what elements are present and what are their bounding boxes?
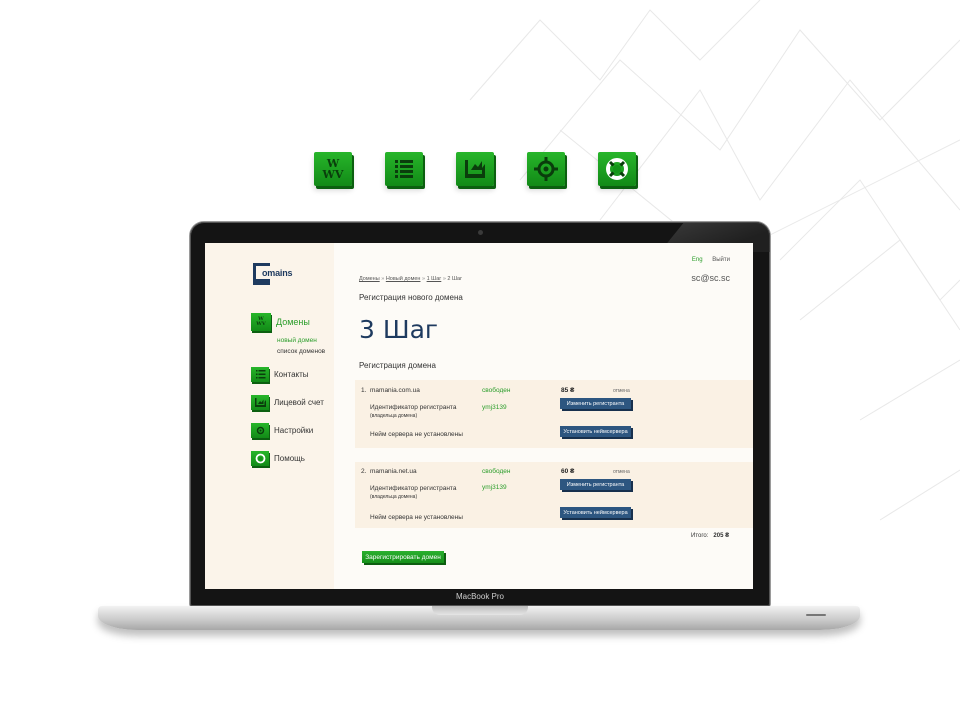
sidebar-item-label: Настройки — [274, 426, 314, 435]
breadcrumb: Домены » Новый домен » 1 Шаг » 2 Шаг — [359, 276, 462, 282]
laptop-screen: omains W WV Домены новый домен список дом… — [205, 243, 753, 589]
lifebuoy-icon — [251, 451, 269, 466]
gear-icon — [251, 423, 269, 438]
total-label: Итого: — [691, 533, 709, 539]
cancel-link[interactable]: отмена — [613, 388, 630, 394]
sidebar-item-contacts[interactable]: Контакты — [251, 367, 309, 382]
register-domain-button[interactable]: Зарегистрировать домен — [362, 551, 444, 563]
laptop-notch — [432, 606, 528, 615]
set-nameservers-button[interactable]: Установить неймсервера — [560, 426, 631, 437]
account-icon — [251, 395, 269, 410]
domain-block: 1. mamania.com.ua свободен 85 ₴ отмена И… — [355, 380, 753, 448]
breadcrumb-separator: » — [422, 276, 426, 282]
logout-link[interactable]: Выйти — [712, 257, 730, 263]
breadcrumb-step-2: 2 Шаг — [447, 276, 463, 282]
registrant-sublabel: (владельца домена) — [370, 494, 418, 500]
page-title: 3 Шаг — [359, 315, 439, 344]
camera-icon — [478, 230, 483, 235]
nameserver-label: Нейм сервера не установлены — [370, 514, 463, 521]
sidebar-item-settings[interactable]: Настройки — [251, 423, 313, 438]
breadcrumb-separator: » — [381, 276, 385, 282]
sidebar-item-label: Лицевой счет — [274, 398, 324, 407]
header-links: Eng Выйти — [692, 257, 730, 263]
change-registrant-button[interactable]: Изменить регистранта — [560, 398, 631, 409]
domain-status: свободен — [482, 387, 511, 394]
sidebar-item-domains[interactable]: W WV Домены — [251, 313, 310, 331]
laptop-brand-label: MacBook Pro — [455, 592, 505, 601]
top-list-icon — [385, 152, 423, 186]
laptop-slot — [806, 614, 826, 616]
registrant-label: Идентификатор регистранта — [370, 485, 457, 492]
domain-price: 60 ₴ — [561, 468, 575, 475]
logo[interactable]: omains — [253, 263, 307, 285]
sub-heading: Регистрация домена — [359, 361, 436, 370]
registrant-id: ymj3139 — [482, 404, 507, 411]
domain-name: mamania.net.ua — [370, 468, 417, 475]
list-icon — [251, 367, 269, 382]
sidebar-item-help[interactable]: Помощь — [251, 451, 305, 466]
top-www-icon: W WV — [314, 152, 352, 186]
domain-status: свободен — [482, 468, 511, 475]
breadcrumb-step-1[interactable]: 1 Шаг — [427, 276, 442, 282]
domain-index: 1. — [361, 387, 367, 394]
breadcrumb-new-domain[interactable]: Новый домен — [386, 276, 421, 282]
sidebar: omains W WV Домены новый домен список дом… — [205, 243, 334, 589]
domain-index: 2. — [361, 468, 367, 475]
section-title: Регистрация нового домена — [359, 293, 463, 302]
domain-block: 2. mamania.net.ua свободен 60 ₴ отмена И… — [355, 462, 753, 528]
user-email: sc@sc.sc — [691, 273, 730, 283]
breadcrumb-separator: » — [442, 276, 446, 282]
sidebar-item-label: Помощь — [274, 454, 305, 463]
total-value: 205 ₴ — [713, 533, 730, 539]
sidebar-sub-new-domain[interactable]: новый домен — [277, 337, 317, 344]
nameserver-label: Нейм сервера не установлены — [370, 431, 463, 438]
domain-price: 85 ₴ — [561, 387, 575, 394]
registrant-sublabel: (владельца домена) — [370, 413, 418, 419]
language-link[interactable]: Eng — [692, 257, 703, 263]
domain-name: mamania.com.ua — [370, 387, 420, 394]
cancel-link[interactable]: отмена — [613, 469, 630, 475]
sidebar-item-label: Контакты — [274, 370, 309, 379]
sidebar-sub-domain-list[interactable]: список доменов — [277, 348, 325, 355]
registrant-label: Идентификатор регистранта — [370, 404, 457, 411]
top-lifebuoy-icon — [598, 152, 636, 186]
top-gear-icon — [527, 152, 565, 186]
registrant-id: ymj3139 — [482, 484, 507, 491]
breadcrumb-domains[interactable]: Домены — [359, 276, 380, 282]
sidebar-item-account[interactable]: Лицевой счет — [251, 395, 324, 410]
sidebar-item-label: Домены — [276, 317, 310, 327]
set-nameservers-button[interactable]: Установить неймсервера — [560, 507, 631, 518]
top-account-icon — [456, 152, 494, 186]
change-registrant-button[interactable]: Изменить регистранта — [560, 479, 631, 490]
total: Итого: 205 ₴ — [691, 533, 729, 539]
main-content: Eng Выйти sc@sc.sc Домены » Новый домен … — [334, 243, 753, 589]
www-icon: W WV — [251, 313, 271, 331]
logo-text: omains — [262, 268, 293, 278]
